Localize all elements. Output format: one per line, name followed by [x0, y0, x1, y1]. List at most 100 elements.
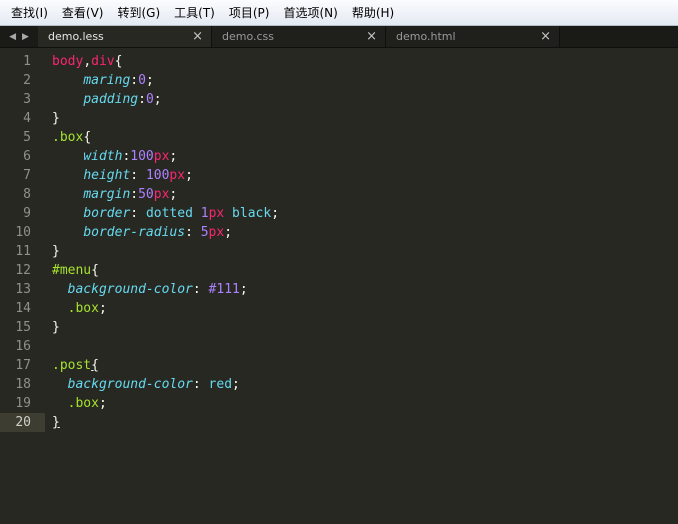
code-token: height: [83, 168, 131, 183]
code-token: px: [153, 149, 170, 164]
code-token: :: [192, 282, 209, 297]
line-number: 8: [23, 187, 31, 202]
tab-demo-css[interactable]: demo.css ×: [212, 26, 386, 47]
tab-demo-less[interactable]: demo.less ×: [38, 26, 212, 47]
code-line[interactable]: [52, 337, 279, 356]
code-token: 1: [200, 206, 209, 221]
line-number: 3: [23, 92, 31, 107]
line-number: 1: [23, 54, 31, 69]
code-token: ;: [169, 149, 178, 164]
code-token: px: [153, 187, 170, 202]
code-line[interactable]: }: [52, 413, 279, 432]
line-number: 10: [15, 225, 31, 240]
code-token: 50: [138, 187, 154, 202]
code-token: }: [52, 111, 60, 126]
line-number: 2: [23, 73, 31, 88]
code-line[interactable]: }: [52, 318, 279, 337]
code-token: padding: [83, 92, 139, 107]
code-token: :: [185, 225, 201, 240]
code-token: body: [52, 54, 84, 69]
code-line[interactable]: background-color: red;: [52, 375, 279, 394]
code-token: ,: [83, 54, 92, 69]
code-line[interactable]: border: dotted 1px black;: [52, 204, 279, 223]
line-number: 13: [15, 282, 31, 297]
code-line[interactable]: .box;: [52, 394, 279, 413]
code-line[interactable]: background-color: #111;: [52, 280, 279, 299]
code-token: ;: [145, 73, 154, 88]
tab-label: demo.css: [222, 30, 275, 43]
close-icon[interactable]: ×: [192, 30, 203, 43]
code-line[interactable]: maring:0;: [52, 71, 279, 90]
code-token: width: [83, 149, 123, 164]
code-token: 100: [130, 149, 154, 164]
code-token: red: [208, 377, 233, 392]
code-token: background-color: [67, 282, 193, 297]
menu-item[interactable]: 帮助(H): [345, 3, 401, 23]
code-token: border-radius: [83, 225, 186, 240]
line-number: 19: [15, 396, 31, 411]
code-token: px: [208, 225, 225, 240]
code-token: {: [91, 263, 99, 278]
code-token: #111: [208, 282, 240, 297]
line-number: 4: [23, 111, 31, 126]
code-token: div: [91, 54, 115, 69]
code-token: black: [224, 206, 272, 221]
code-line[interactable]: }: [52, 242, 279, 261]
code-line[interactable]: .box;: [52, 299, 279, 318]
code-line[interactable]: border-radius: 5px;: [52, 223, 279, 242]
code-area[interactable]: body,div{ maring:0; padding:0;} .box{ wid…: [52, 52, 279, 432]
line-number-gutter: 1 2 3 4 5 6 7 8 9 10 11 12 13 14 15 16 17 18 19 20: [0, 52, 45, 432]
code-token: :: [130, 168, 146, 183]
code-line[interactable]: padding:0;: [52, 90, 279, 109]
code-token: {: [91, 358, 99, 373]
line-number: 16: [15, 339, 31, 354]
code-line[interactable]: body,div{: [52, 52, 279, 71]
code-line[interactable]: height: 100px;: [52, 166, 279, 185]
code-token: ;: [98, 396, 107, 411]
code-token: ;: [239, 282, 248, 297]
code-token: 0: [145, 92, 154, 107]
tab-demo-html[interactable]: demo.html ×: [386, 26, 560, 47]
close-icon[interactable]: ×: [540, 30, 551, 43]
code-token: px: [169, 168, 186, 183]
code-token: :: [138, 92, 146, 107]
code-line[interactable]: }: [52, 109, 279, 128]
line-number: 6: [23, 149, 31, 164]
menu-item[interactable]: 工具(T): [167, 3, 222, 23]
code-line[interactable]: width:100px;: [52, 147, 279, 166]
menu-item[interactable]: 转到(G): [110, 3, 167, 23]
menu-item[interactable]: 项目(P): [222, 3, 277, 23]
code-line[interactable]: #menu{: [52, 261, 279, 280]
code-line[interactable]: margin:50px;: [52, 185, 279, 204]
close-icon[interactable]: ×: [366, 30, 377, 43]
code-token: 5: [200, 225, 209, 240]
code-token: .post: [52, 358, 92, 373]
menu-item[interactable]: 查看(V): [55, 3, 111, 23]
code-token: margin: [83, 187, 131, 202]
code-editor[interactable]: 1 2 3 4 5 6 7 8 9 10 11 12 13 14 15 16 17 18 19 20 body,div…: [0, 48, 678, 524]
arrow-left-icon[interactable]: ◀: [9, 32, 16, 42]
code-token: ;: [185, 168, 193, 183]
tab-bar: ◀ ▶ demo.less × demo.css × demo.html ×: [0, 26, 678, 48]
line-number: 18: [15, 377, 31, 392]
menu-item[interactable]: 查找(I): [4, 3, 55, 23]
code-line[interactable]: .post{: [52, 356, 279, 375]
code-token: border: [83, 206, 131, 221]
code-line[interactable]: .box{: [52, 128, 279, 147]
code-token: {: [114, 54, 123, 69]
code-token: px: [208, 206, 225, 221]
code-token: }: [52, 415, 60, 430]
tab-label: demo.html: [396, 30, 456, 43]
line-number: 9: [23, 206, 31, 221]
arrow-right-icon[interactable]: ▶: [22, 32, 29, 42]
menu-item[interactable]: 首选项(N): [276, 3, 344, 23]
